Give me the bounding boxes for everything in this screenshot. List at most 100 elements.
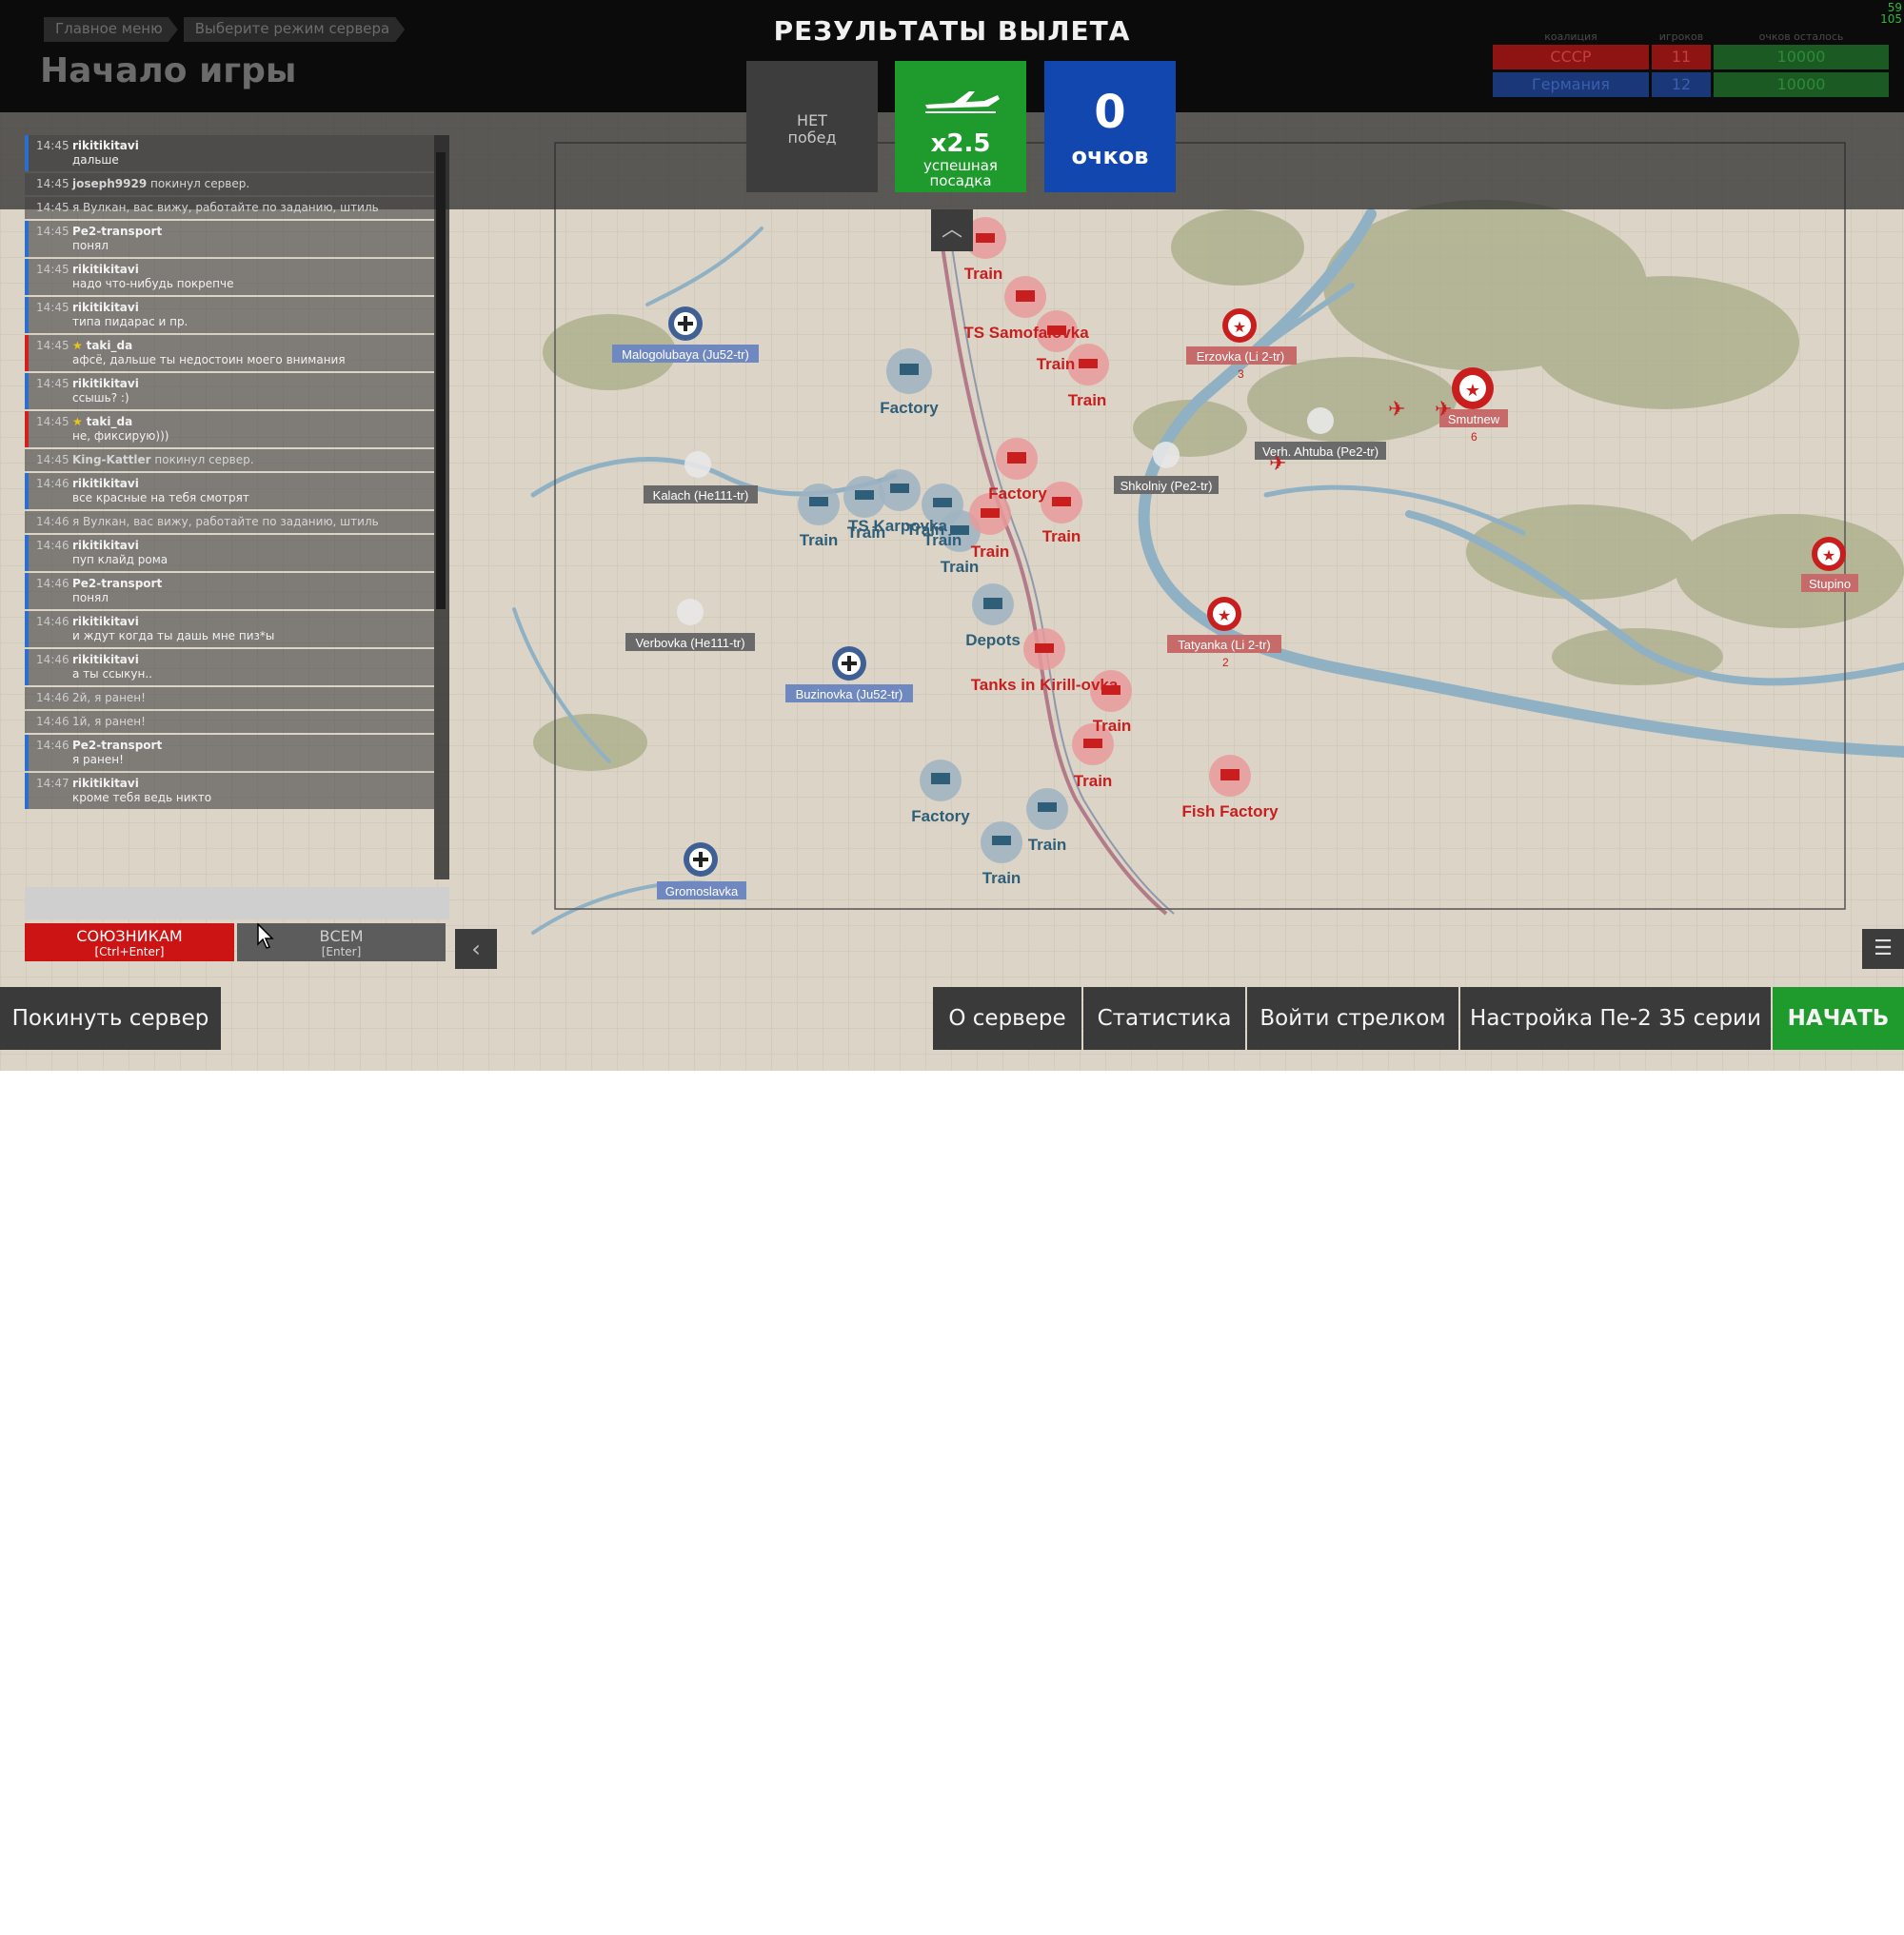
- chat-message: 14:46 Pe2-transport я ранен!: [25, 735, 434, 771]
- message-user[interactable]: rikitikitavi: [72, 301, 139, 314]
- target-label: Depots: [965, 631, 1021, 649]
- target-label: Train: [800, 531, 839, 549]
- landing-multiplier: x2.5: [930, 129, 991, 158]
- target-label: Factory: [988, 484, 1047, 503]
- message-text: все красные на тебя смотрят: [72, 491, 249, 504]
- target-label: Train: [1037, 355, 1076, 373]
- list-icon: ☰: [1874, 937, 1893, 960]
- message-text: афсё, дальше ты недостоин моего внимания: [72, 353, 346, 366]
- start-button[interactable]: НАЧАТЬ: [1773, 987, 1904, 1050]
- mouse-cursor-icon: [257, 923, 274, 949]
- message-text: понял: [72, 591, 109, 604]
- message-time: 14:45: [36, 139, 69, 152]
- svg-text:★: ★: [1465, 381, 1480, 400]
- message-text: а ты ссыкун..: [72, 667, 152, 681]
- points-left-header: очков осталось: [1758, 30, 1844, 43]
- statistics-button[interactable]: Статистика: [1083, 987, 1245, 1050]
- message-text: покинул сервер.: [150, 177, 250, 190]
- chat-message: 14:46 rikitikitavi и ждут когда ты дашь мн…: [25, 611, 434, 647]
- message-time: 14:45: [36, 301, 69, 314]
- target-label: Train: [1028, 836, 1067, 854]
- message-time: 14:45: [36, 453, 69, 466]
- landing-tile: x2.5 успешная посадка: [895, 61, 1026, 192]
- message-time: 14:45: [36, 415, 69, 428]
- aircraft-icon[interactable]: ✈: [1269, 451, 1286, 475]
- message-user[interactable]: King-Kattler: [72, 453, 151, 466]
- collapse-chat-button[interactable]: ‹: [455, 929, 497, 969]
- coalition-header: коалиция: [1544, 30, 1597, 43]
- chat-message: 14:45 ★ taki_da афсё, дальше ты недостоин …: [25, 335, 434, 371]
- chat-input[interactable]: [25, 887, 449, 919]
- expand-up-button[interactable]: ︿: [931, 209, 973, 251]
- coalition-points: 10000: [1714, 72, 1889, 97]
- svg-text:★: ★: [1218, 608, 1231, 624]
- message-time: 14:46: [36, 691, 69, 704]
- message-time: 14:46: [36, 477, 69, 490]
- message-text: пуп клайд рома: [72, 553, 169, 566]
- chat-message: 14:45 Pe2-transport понял: [25, 221, 434, 257]
- message-user[interactable]: rikitikitavi: [72, 377, 139, 390]
- player-count: 2: [1222, 656, 1229, 669]
- message-text: ссышь? :): [72, 391, 129, 405]
- message-user[interactable]: Pe2-transport: [72, 739, 162, 752]
- airfield-label: Erzovka (Li 2-tr): [1197, 349, 1284, 364]
- menu-list-button[interactable]: ☰: [1862, 929, 1904, 969]
- coalition-name: СССР: [1493, 45, 1649, 69]
- target-label: Train: [906, 521, 945, 539]
- message-user[interactable]: joseph9929: [72, 177, 147, 190]
- message-user[interactable]: Pe2-transport: [72, 225, 162, 238]
- message-user[interactable]: rikitikitavi: [72, 263, 139, 276]
- message-text: я Вулкан, вас вижу, работайте по заданию…: [72, 515, 379, 528]
- chat-messages[interactable]: 14:45 rikitikitavi дальше 14:45 joseph9929 п…: [25, 135, 434, 879]
- aircraft-icon[interactable]: ✈: [1435, 397, 1452, 421]
- aircraft-setup-button[interactable]: Настройка Пе-2 35 серии: [1460, 987, 1771, 1050]
- message-user[interactable]: rikitikitavi: [72, 777, 139, 790]
- target-label: Train: [1093, 717, 1132, 735]
- message-user[interactable]: taki_da: [87, 415, 133, 428]
- leave-server-button[interactable]: Покинуть сервер: [0, 987, 221, 1050]
- about-server-button[interactable]: О сервере: [933, 987, 1081, 1050]
- aircraft-icon[interactable]: ✈: [1388, 397, 1405, 421]
- target-label: Train: [1042, 527, 1081, 545]
- message-text: типа пидарас и пр.: [72, 315, 188, 328]
- coalition-row: Германия 12 10000: [1493, 72, 1889, 97]
- airfield-label: Buzinovka (Ju52-tr): [796, 687, 903, 701]
- game-screen: Train TS Samofalovka Train Train Factory…: [0, 0, 1904, 1071]
- message-user[interactable]: rikitikitavi: [72, 539, 139, 552]
- message-text: покинул сервер.: [154, 453, 254, 466]
- plane-icon: [925, 91, 1000, 113]
- wins-tile: НЕТ побед: [746, 61, 878, 192]
- message-user[interactable]: Pe2-transport: [72, 577, 162, 590]
- message-time: 14:45: [36, 225, 69, 238]
- fps-counter: 59 105: [1880, 2, 1902, 25]
- message-user[interactable]: rikitikitavi: [72, 653, 139, 666]
- message-time: 14:46: [36, 739, 69, 752]
- points-tile: 0 очков: [1044, 61, 1176, 192]
- coalition-points: 10000: [1714, 45, 1889, 69]
- player-count: 6: [1471, 430, 1478, 444]
- message-user[interactable]: rikitikitavi: [72, 615, 139, 628]
- chat-panel: 14:45 rikitikitavi дальше 14:45 joseph9929 п…: [21, 135, 449, 879]
- coalition-players: 11: [1652, 45, 1711, 69]
- airfield-label: Malogolubaya (Ju52-tr): [622, 347, 749, 362]
- svg-text:★: ★: [1822, 548, 1835, 564]
- chat-message: 14:45 я Вулкан, вас вижу, работайте по за…: [25, 197, 434, 219]
- enter-gunner-button[interactable]: Войти стрелком: [1247, 987, 1458, 1050]
- message-time: 14:45: [36, 177, 69, 190]
- chat-message: 14:46 rikitikitavi все красные на тебя смо…: [25, 473, 434, 509]
- message-user[interactable]: rikitikitavi: [72, 139, 139, 152]
- send-allies-button[interactable]: СОЮЗНИКАМ [Ctrl+Enter]: [25, 923, 234, 961]
- chat-message: 14:46 rikitikitavi пуп клайд рома: [25, 535, 434, 571]
- message-user[interactable]: rikitikitavi: [72, 477, 139, 490]
- target-label: Train: [964, 265, 1003, 283]
- airfield-label: Smutnew: [1448, 412, 1500, 426]
- chevron-left-icon: ‹: [471, 936, 481, 962]
- airfield-label: Stupino: [1809, 577, 1851, 591]
- message-user[interactable]: taki_da: [87, 339, 133, 352]
- chat-message: 14:45 rikitikitavi дальше: [25, 135, 434, 171]
- chat-scroll-thumb[interactable]: [436, 152, 446, 609]
- target-label: Train: [941, 558, 980, 576]
- message-time: 14:46: [36, 615, 69, 628]
- message-text: 2й, я ранен!: [72, 691, 146, 704]
- svg-text:★: ★: [1233, 320, 1246, 336]
